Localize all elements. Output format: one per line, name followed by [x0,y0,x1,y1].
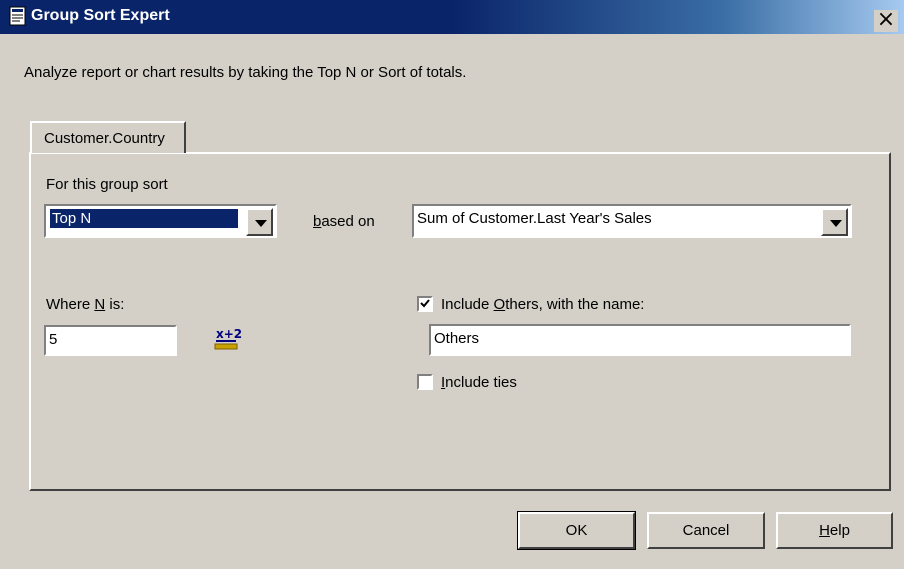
tab-panel [29,152,891,491]
title-bar[interactable]: Group Sort Expert × [0,0,904,34]
close-button[interactable]: × [874,7,898,32]
help-button-accel: H [819,522,830,539]
tab-label: Customer.Country [44,130,165,147]
cancel-button[interactable]: Cancel [647,512,765,549]
cancel-button-label: Cancel [682,522,730,539]
dialog-description: Analyze report or chart results by takin… [24,64,467,81]
tab-customer-country[interactable]: Customer.Country [30,121,186,153]
group-sort-expert-dialog: Group Sort Expert × Analyze report or ch… [0,0,904,569]
ok-button[interactable]: OK [517,511,636,550]
ok-button-label: OK [565,522,588,539]
window-title: Group Sort Expert [31,7,170,24]
help-button[interactable]: Help [776,512,893,549]
close-icon: × [876,7,896,32]
help-button-label: elp [829,522,850,539]
report-icon [9,6,26,26]
